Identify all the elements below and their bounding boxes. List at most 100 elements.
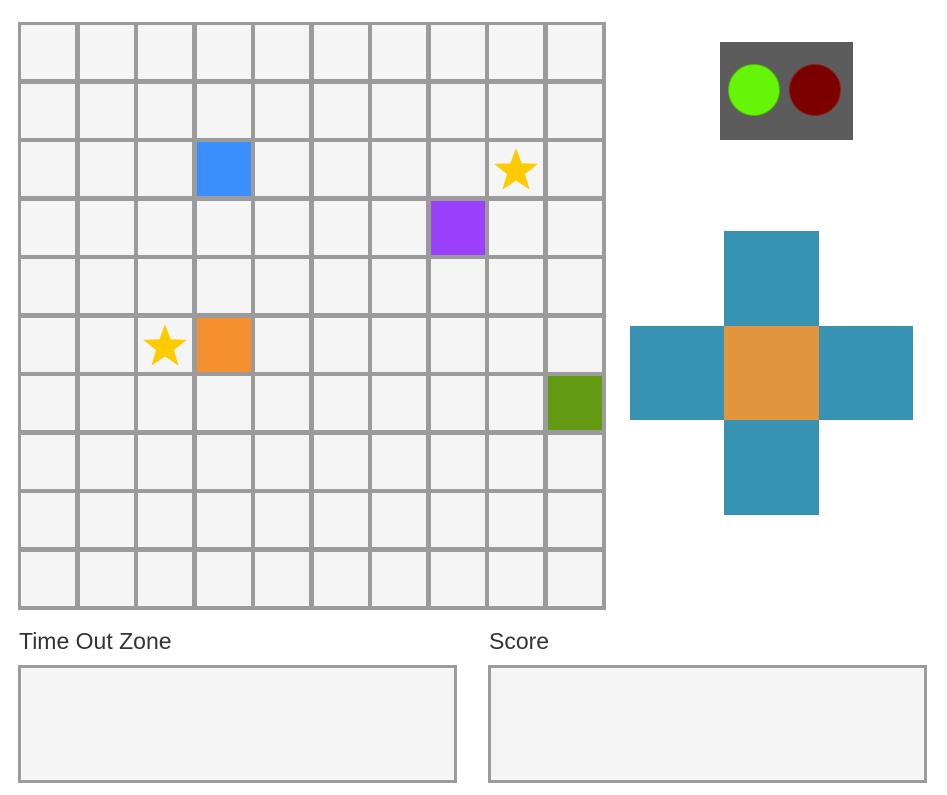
dpad-center-button[interactable] xyxy=(724,326,819,420)
board-cell[interactable] xyxy=(430,259,485,313)
game-board[interactable] xyxy=(18,22,606,610)
board-cell[interactable] xyxy=(138,493,192,547)
board-cell[interactable] xyxy=(489,259,543,313)
board-cell[interactable] xyxy=(79,83,134,138)
timeout-zone[interactable] xyxy=(18,665,457,783)
board-cell[interactable] xyxy=(196,434,251,489)
dpad-right-button[interactable] xyxy=(819,326,913,420)
board-cell[interactable] xyxy=(489,434,543,489)
board-cell[interactable] xyxy=(430,83,485,138)
board-cell[interactable] xyxy=(547,551,602,606)
board-cell[interactable] xyxy=(21,376,75,430)
blue-piece[interactable] xyxy=(196,142,251,196)
board-cell[interactable] xyxy=(547,317,602,372)
board-cell[interactable] xyxy=(21,142,75,196)
board-cell[interactable] xyxy=(21,25,75,79)
board-cell[interactable] xyxy=(21,83,75,138)
board-cell[interactable] xyxy=(547,493,602,547)
board-cell[interactable] xyxy=(79,259,134,313)
board-cell[interactable] xyxy=(196,493,251,547)
board-cell[interactable] xyxy=(196,83,251,138)
board-cell[interactable] xyxy=(547,200,602,255)
board-cell[interactable] xyxy=(547,25,602,79)
board-cell[interactable] xyxy=(547,142,602,196)
board-cell[interactable] xyxy=(79,376,134,430)
board-cell[interactable] xyxy=(489,317,543,372)
board-cell[interactable] xyxy=(430,142,485,196)
board-cell[interactable] xyxy=(489,200,543,255)
board-cell[interactable] xyxy=(255,25,309,79)
board-cell[interactable] xyxy=(313,142,368,196)
board-cell[interactable] xyxy=(138,83,192,138)
board-cell[interactable] xyxy=(489,551,543,606)
board-cell[interactable] xyxy=(255,434,309,489)
board-cell[interactable] xyxy=(547,83,602,138)
board-cell[interactable] xyxy=(138,259,192,313)
board-cell[interactable] xyxy=(255,259,309,313)
board-cell[interactable] xyxy=(372,551,426,606)
purple-piece[interactable] xyxy=(430,200,485,255)
board-cell[interactable] xyxy=(430,25,485,79)
board-cell[interactable] xyxy=(196,376,251,430)
board-cell[interactable] xyxy=(313,551,368,606)
board-cell[interactable] xyxy=(79,317,134,372)
board-cell[interactable] xyxy=(79,551,134,606)
board-cell[interactable] xyxy=(255,200,309,255)
board-cell[interactable] xyxy=(430,551,485,606)
board-cell[interactable] xyxy=(489,25,543,79)
board-cell[interactable] xyxy=(196,551,251,606)
green-piece[interactable] xyxy=(547,376,602,430)
board-cell[interactable] xyxy=(138,434,192,489)
board-cell[interactable] xyxy=(21,434,75,489)
board-cell[interactable] xyxy=(372,200,426,255)
board-cell[interactable] xyxy=(313,25,368,79)
board-cell[interactable] xyxy=(372,142,426,196)
board-cell[interactable] xyxy=(138,25,192,79)
board-cell[interactable] xyxy=(372,376,426,430)
board-cell[interactable] xyxy=(430,317,485,372)
board-cell[interactable] xyxy=(255,551,309,606)
board-cell[interactable] xyxy=(430,376,485,430)
board-cell[interactable] xyxy=(430,493,485,547)
board-cell[interactable] xyxy=(138,142,192,196)
board-cell[interactable] xyxy=(313,317,368,372)
board-cell[interactable] xyxy=(196,200,251,255)
board-cell[interactable] xyxy=(255,142,309,196)
board-cell[interactable] xyxy=(138,200,192,255)
board-cell[interactable] xyxy=(489,493,543,547)
board-cell[interactable] xyxy=(138,551,192,606)
board-cell[interactable] xyxy=(372,83,426,138)
board-cell[interactable] xyxy=(372,434,426,489)
board-cell[interactable] xyxy=(313,200,368,255)
orange-piece[interactable] xyxy=(196,317,251,372)
board-cell[interactable] xyxy=(79,493,134,547)
board-cell[interactable] xyxy=(21,259,75,313)
board-cell[interactable] xyxy=(372,259,426,313)
dpad-left-button[interactable] xyxy=(630,326,725,420)
board-cell[interactable] xyxy=(196,259,251,313)
board-cell[interactable] xyxy=(255,376,309,430)
board-cell[interactable] xyxy=(138,376,192,430)
board-cell[interactable] xyxy=(21,317,75,372)
dpad-down-button[interactable] xyxy=(724,420,819,515)
board-cell[interactable] xyxy=(255,83,309,138)
board-cell[interactable] xyxy=(372,317,426,372)
board-cell[interactable] xyxy=(255,317,309,372)
board-cell[interactable] xyxy=(313,434,368,489)
board-cell[interactable] xyxy=(21,493,75,547)
board-cell[interactable] xyxy=(79,200,134,255)
board-cell[interactable] xyxy=(430,434,485,489)
board-cell[interactable] xyxy=(21,200,75,255)
board-cell[interactable] xyxy=(196,25,251,79)
board-cell[interactable] xyxy=(547,259,602,313)
board-cell[interactable] xyxy=(547,434,602,489)
board-cell[interactable] xyxy=(372,25,426,79)
board-cell[interactable] xyxy=(79,142,134,196)
board-cell[interactable] xyxy=(79,25,134,79)
dpad-up-button[interactable] xyxy=(724,231,819,326)
board-cell[interactable] xyxy=(313,376,368,430)
board-cell[interactable] xyxy=(21,551,75,606)
board-cell[interactable] xyxy=(313,83,368,138)
board-cell[interactable] xyxy=(255,493,309,547)
board-cell[interactable] xyxy=(489,376,543,430)
